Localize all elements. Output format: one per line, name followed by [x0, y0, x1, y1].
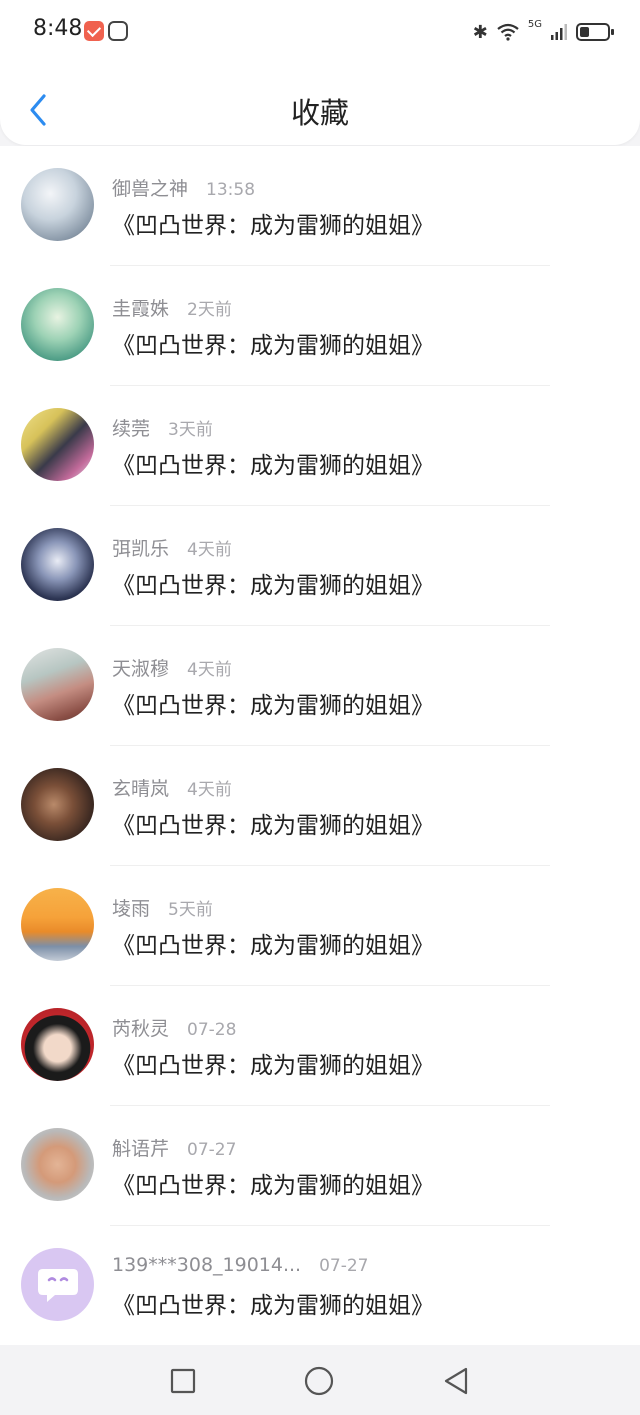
item-time: 07-27 [319, 1256, 369, 1276]
user-name: 续莞 [112, 418, 151, 440]
item-time: 4天前 [187, 660, 232, 680]
item-time: 07-28 [187, 1020, 237, 1040]
system-back-button[interactable] [440, 1365, 472, 1397]
avatar [21, 768, 94, 841]
user-name: 天淑穆 [112, 658, 170, 680]
signal-icon [550, 23, 568, 41]
user-name: 圭霞姝 [112, 298, 170, 320]
home-button[interactable] [303, 1365, 335, 1397]
list-item[interactable]: 玄晴岚 4天前 《凹凸世界：成为雷狮的姐姐》 [0, 746, 640, 866]
avatar [21, 1008, 94, 1081]
user-name: 斛语芹 [112, 1138, 170, 1160]
recent-apps-icon [170, 1368, 196, 1394]
list-item[interactable]: 天淑穆 4天前 《凹凸世界：成为雷狮的姐姐》 [0, 626, 640, 746]
battery-icon [576, 23, 614, 41]
item-content: 《凹凸世界：成为雷狮的姐姐》 [112, 813, 434, 839]
item-content: 《凹凸世界：成为雷狮的姐姐》 [112, 933, 434, 959]
item-content: 《凹凸世界：成为雷狮的姐姐》 [112, 573, 434, 599]
item-time: 13:58 [206, 180, 256, 200]
item-content: 《凹凸世界：成为雷狮的姐姐》 [112, 453, 434, 479]
list-item[interactable]: 斛语芹 07-27 《凹凸世界：成为雷狮的姐姐》 [0, 1106, 640, 1226]
item-meta: 堎雨 5天前 [112, 894, 213, 921]
list-item[interactable]: 续莞 3天前 《凹凸世界：成为雷狮的姐姐》 [0, 386, 640, 506]
chat-bubble-icon [37, 1268, 78, 1302]
app-notification-icon [108, 21, 128, 41]
item-time: 07-27 [187, 1140, 237, 1160]
avatar [21, 288, 94, 361]
avatar [21, 888, 94, 961]
top-card: 8:48 ✱ 5G 收藏 [0, 0, 640, 145]
status-bar: 8:48 ✱ 5G [0, 0, 640, 62]
bluetooth-icon: ✱ [472, 21, 488, 43]
item-meta: 圭霞姝 2天前 [112, 294, 232, 321]
back-icon [444, 1367, 468, 1395]
item-meta: 天淑穆 4天前 [112, 654, 232, 681]
status-icons: ✱ 5G [472, 18, 614, 46]
item-content: 《凹凸世界：成为雷狮的姐姐》 [112, 693, 434, 719]
user-name: 弭凯乐 [112, 538, 170, 560]
item-meta: 斛语芹 07-27 [112, 1134, 236, 1161]
list-item[interactable]: 御兽之神 13:58 《凹凸世界：成为雷狮的姐姐》 [0, 146, 640, 266]
item-time: 5天前 [168, 900, 213, 920]
item-content: 《凹凸世界：成为雷狮的姐姐》 [112, 333, 434, 359]
item-meta: 139***308_19014... 07-27 [112, 1254, 369, 1276]
default-avatar [21, 1248, 94, 1321]
list-item[interactable]: 堎雨 5天前 《凹凸世界：成为雷狮的姐姐》 [0, 866, 640, 986]
item-time: 3天前 [168, 420, 213, 440]
item-time: 4天前 [187, 540, 232, 560]
list-item[interactable]: 弭凯乐 4天前 《凹凸世界：成为雷狮的姐姐》 [0, 506, 640, 626]
user-name: 堎雨 [112, 898, 151, 920]
item-meta: 芮秋灵 07-28 [112, 1014, 236, 1041]
page-title: 收藏 [290, 96, 349, 130]
network-type: 5G [527, 18, 542, 30]
item-content: 《凹凸世界：成为雷狮的姐姐》 [112, 213, 434, 239]
user-name: 玄晴岚 [112, 778, 170, 800]
avatar [21, 408, 94, 481]
item-meta: 弭凯乐 4天前 [112, 534, 232, 561]
item-content: 《凹凸世界：成为雷狮的姐姐》 [112, 1173, 434, 1199]
system-nav-bar [0, 1345, 640, 1415]
item-meta: 御兽之神 13:58 [112, 174, 255, 201]
user-name: 御兽之神 [112, 178, 189, 200]
mail-notification-icon [84, 21, 104, 41]
home-icon [304, 1366, 334, 1396]
battery-level [580, 27, 589, 37]
item-meta: 续莞 3天前 [112, 414, 213, 441]
avatar [21, 648, 94, 721]
user-name: 芮秋灵 [112, 1018, 170, 1040]
list-item[interactable]: 139***308_19014... 07-27 《凹凸世界：成为雷狮的姐姐》 [0, 1226, 640, 1346]
list-item[interactable]: 圭霞姝 2天前 《凹凸世界：成为雷狮的姐姐》 [0, 266, 640, 386]
user-name: 139***308_19014... [112, 1254, 302, 1276]
header: 收藏 [0, 72, 640, 146]
item-time: 2天前 [187, 300, 232, 320]
list-item[interactable]: 芮秋灵 07-28 《凹凸世界：成为雷狮的姐姐》 [0, 986, 640, 1106]
avatar [21, 1128, 94, 1201]
status-time: 8:48 [33, 16, 83, 41]
item-meta: 玄晴岚 4天前 [112, 774, 232, 801]
avatar [21, 528, 94, 601]
wifi-icon [496, 23, 520, 41]
favorites-list: 御兽之神 13:58 《凹凸世界：成为雷狮的姐姐》 圭霞姝 2天前 《凹凸世界：… [0, 146, 640, 1346]
item-time: 4天前 [187, 780, 232, 800]
avatar [21, 168, 94, 241]
screen: 8:48 ✱ 5G 收藏 御兽之神 13:58 《凹凸世界：成为雷狮的姐姐》 圭… [0, 0, 640, 1415]
item-content: 《凹凸世界：成为雷狮的姐姐》 [112, 1293, 434, 1319]
recent-apps-button[interactable] [167, 1365, 199, 1397]
item-content: 《凹凸世界：成为雷狮的姐姐》 [112, 1053, 434, 1079]
